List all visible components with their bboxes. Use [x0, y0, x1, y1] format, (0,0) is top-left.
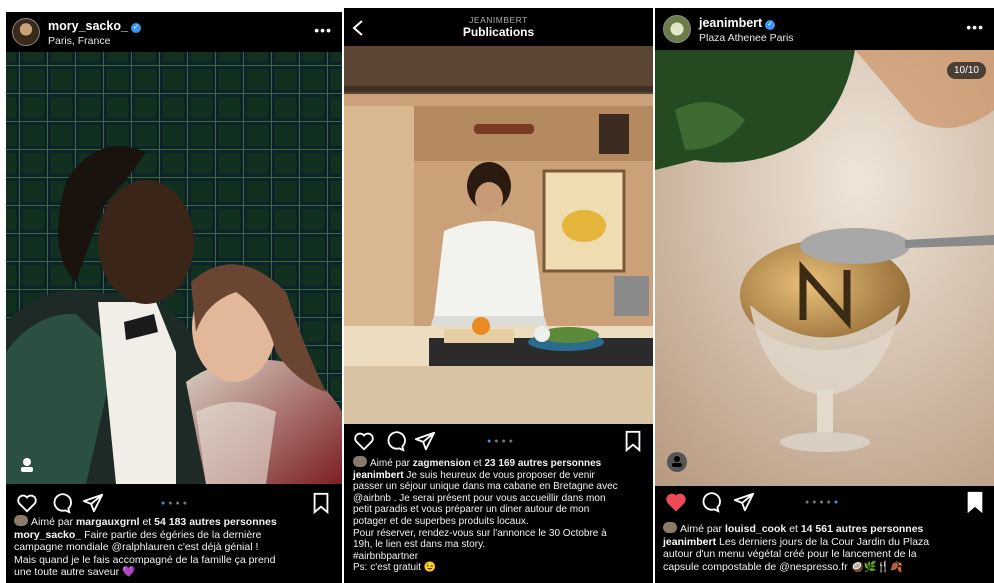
avatar[interactable] — [12, 18, 40, 46]
caption-username[interactable]: mory_sacko_ — [14, 529, 81, 541]
share-icon[interactable] — [414, 430, 436, 452]
location[interactable]: Paris, France — [48, 35, 141, 47]
back-arrow-icon[interactable] — [352, 20, 364, 36]
username[interactable]: mory_sacko_ — [48, 19, 128, 33]
heart-icon[interactable] — [353, 430, 375, 452]
liker-avatars — [353, 456, 367, 467]
post-caption: Aimé par zagmension et 23 169 autres per… — [353, 456, 647, 574]
carousel-dots: ●●●● — [487, 438, 516, 445]
bookmark-icon[interactable] — [310, 492, 332, 514]
carousel-counter: 10/10 — [946, 62, 986, 79]
tagged-user-icon[interactable] — [23, 458, 31, 466]
publications-header: JEANIMBERT Publications — [344, 8, 653, 46]
more-options-icon[interactable]: ••• — [314, 22, 332, 38]
caption-username[interactable]: jeanimbert — [663, 536, 716, 548]
verified-badge-icon: ✓ — [130, 23, 141, 33]
likes-summary[interactable]: Aimé par margauxgrnl et 54 183 autres pe… — [14, 515, 336, 529]
profile-name-small: JEANIMBERT — [469, 15, 528, 25]
kitchen-photo — [344, 46, 653, 424]
post-image[interactable] — [344, 46, 653, 424]
location[interactable]: Plaza Athenee Paris — [699, 32, 794, 44]
action-bar: ●●●●● — [655, 491, 994, 517]
caption-username[interactable]: jeanimbert — [353, 470, 404, 481]
heart-icon[interactable] — [16, 492, 38, 514]
post-header: mory_sacko_ ✓ Paris, France ••• — [6, 12, 342, 52]
post-panel-publications: JEANIMBERT Publications ●●●● Aimé par za… — [344, 8, 653, 583]
post-caption: Aimé par margauxgrnl et 54 183 autres pe… — [14, 515, 336, 579]
carousel-dots: ●●●● — [161, 500, 190, 507]
heart-filled-icon[interactable] — [665, 491, 687, 513]
couple-photo — [6, 52, 342, 484]
share-icon[interactable] — [82, 492, 104, 514]
more-options-icon[interactable]: ••• — [966, 19, 984, 35]
dessert-glass-photo — [655, 50, 994, 486]
likes-summary[interactable]: Aimé par louisd_cook et 14 561 autres pe… — [663, 522, 988, 536]
avatar[interactable] — [663, 15, 691, 43]
page-title: Publications — [462, 25, 535, 39]
action-bar: ●●●● — [344, 430, 653, 456]
post-image[interactable]: 10/10 — [655, 50, 994, 486]
comment-icon[interactable] — [699, 491, 721, 513]
comment-icon[interactable] — [384, 430, 406, 452]
post-caption: Aimé par louisd_cook et 14 561 autres pe… — [663, 522, 988, 573]
verified-badge-icon: ✓ — [765, 20, 776, 30]
carousel-dots: ●●●●● — [805, 499, 842, 506]
liker-avatars — [14, 515, 28, 526]
bookmark-filled-icon[interactable] — [964, 491, 986, 513]
likes-summary[interactable]: Aimé par zagmension et 23 169 autres per… — [353, 456, 647, 470]
comment-icon[interactable] — [50, 492, 72, 514]
bookmark-icon[interactable] — [622, 430, 644, 452]
post-header: jeanimbert ✓ Plaza Athenee Paris ••• — [655, 8, 994, 50]
share-icon[interactable] — [733, 491, 755, 513]
post-panel-mory: mory_sacko_ ✓ Paris, France ••• ●●●● Aim… — [6, 12, 342, 583]
post-panel-plaza: jeanimbert ✓ Plaza Athenee Paris ••• 10/… — [655, 8, 994, 583]
liker-avatars — [663, 522, 677, 533]
username[interactable]: jeanimbert — [699, 16, 762, 30]
post-image[interactable] — [6, 52, 342, 484]
